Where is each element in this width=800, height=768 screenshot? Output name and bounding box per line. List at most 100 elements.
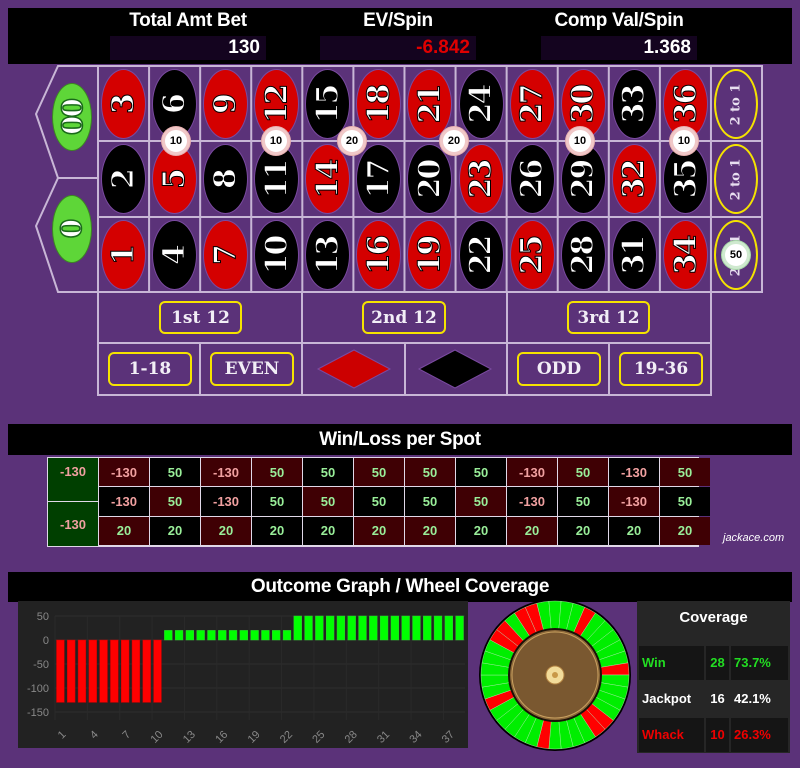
dozen-2nd-button[interactable]: 2nd 12: [362, 301, 446, 334]
low-1-18-button[interactable]: 1-18: [108, 352, 192, 386]
winloss-cell: 50: [405, 487, 455, 516]
winloss-cell: -130: [609, 487, 659, 516]
pocket-8[interactable]: 8: [203, 144, 249, 214]
outcome-bar-37: [444, 615, 453, 641]
winloss-cell: 20: [303, 516, 353, 545]
winloss-cell: -130: [99, 458, 149, 487]
outcome-bar-22: [282, 630, 292, 641]
y-tick-label: 50: [37, 611, 49, 623]
pocket-33[interactable]: 33: [611, 69, 657, 139]
pocket-25[interactable]: 25: [509, 220, 555, 290]
pocket-3[interactable]: 3: [101, 69, 146, 139]
pocket-34[interactable]: 34: [662, 220, 708, 290]
winloss-cell: 20: [252, 516, 302, 545]
coverage-count: 10: [706, 718, 729, 752]
high-19-36-button[interactable]: 19-36: [619, 352, 703, 386]
winloss-cell: 50: [252, 487, 302, 516]
outcome-bar-11: [164, 630, 173, 641]
x-tick-label: 13: [181, 729, 198, 746]
pocket-22[interactable]: 22: [458, 220, 504, 290]
pocket-10[interactable]: 10: [254, 220, 300, 290]
dozen-3rd-button[interactable]: 3rd 12: [567, 301, 650, 334]
pocket-7[interactable]: 7: [203, 220, 249, 290]
pocket-32[interactable]: 32: [611, 144, 657, 214]
pocket-28[interactable]: 28: [560, 220, 606, 290]
coverage-panel: Coverage Win 28 73.7% Jackpot 16 42.1% W…: [637, 601, 790, 753]
winloss-cell: -130: [507, 487, 557, 516]
pocket-2[interactable]: 2: [101, 144, 146, 214]
pocket-4[interactable]: 4: [152, 220, 198, 290]
x-tick-label: 4: [88, 729, 101, 742]
outcome-bar-5: [99, 639, 108, 703]
pocket-0[interactable]: 0: [52, 195, 92, 263]
outcome-bar-12: [174, 630, 184, 641]
winloss-cell: 50: [456, 458, 506, 487]
winloss-cell: 50: [558, 487, 608, 516]
winloss-cell: 50: [252, 458, 302, 487]
odd-button[interactable]: ODD: [517, 352, 601, 386]
chip-split-5-6[interactable]: 10: [162, 127, 190, 155]
winloss-cell: -130: [201, 458, 251, 487]
pocket-9[interactable]: 9: [203, 69, 249, 139]
even-button[interactable]: EVEN: [210, 352, 294, 386]
stats-bar: Total Amt Bet 130 EV/Spin -6.842 Comp Va…: [8, 8, 792, 64]
coverage-row-whack: Whack 10 26.3%: [639, 718, 788, 752]
pocket-00[interactable]: 00: [52, 83, 92, 151]
chip-split-35-36[interactable]: 10: [670, 127, 698, 155]
outcome-bar-16: [218, 630, 227, 641]
chip-column-1[interactable]: 50: [722, 241, 750, 269]
x-tick-label: 1: [56, 729, 69, 742]
pocket-26[interactable]: 26: [509, 144, 555, 214]
column-bet-top[interactable]: 2 to 1: [714, 69, 758, 139]
winloss-cell: -130: [201, 487, 251, 516]
black-diamond-bet[interactable]: [417, 349, 493, 389]
pocket-27[interactable]: 27: [509, 69, 555, 139]
outcome-bar-29: [358, 615, 367, 641]
outcome-bar-10: [153, 639, 162, 703]
winloss-cell: 20: [99, 516, 149, 545]
winloss-cell: -130: [507, 458, 557, 487]
outcome-bar-15: [207, 630, 216, 641]
x-tick-label: 10: [148, 729, 165, 746]
chip-split-29-30[interactable]: 10: [566, 127, 594, 155]
outcome-bar-14: [196, 630, 205, 641]
red-diamond-bet[interactable]: [316, 349, 392, 389]
total-bet-value: 130: [110, 36, 266, 60]
winloss-grid: -130 -130 -130 50 -130 50 50 50 50 50 -130 50 -130 50…: [47, 457, 710, 547]
column-bet-middle[interactable]: 2 to 1: [714, 144, 758, 214]
chip-split-11-12[interactable]: 10: [262, 127, 290, 155]
coverage-pct: 42.1%: [731, 682, 788, 716]
winloss-cell: 50: [405, 458, 455, 487]
outcome-bar-31: [379, 615, 389, 641]
pocket-13[interactable]: 13: [305, 220, 351, 290]
comp-val-value: 1.368: [541, 36, 697, 60]
winloss-cell: 20: [660, 516, 710, 545]
y-tick-label: -100: [27, 683, 49, 695]
winloss-cell: 50: [660, 487, 710, 516]
winloss-cell: 20: [150, 516, 200, 545]
winloss-cell: 20: [456, 516, 506, 545]
outcome-bar-6: [110, 639, 119, 703]
winloss-title: Win/Loss per Spot: [8, 424, 792, 455]
pocket-31[interactable]: 31: [611, 220, 657, 290]
pocket-14[interactable]: 14: [305, 144, 351, 214]
outcome-bar-9: [142, 639, 151, 703]
y-tick-label: -150: [27, 707, 49, 719]
outcome-bar-1: [56, 639, 65, 703]
x-tick-label: 19: [246, 729, 263, 746]
coverage-row-jackpot: Jackpot 16 42.1%: [639, 682, 788, 716]
chip-corner-14-18[interactable]: 20: [338, 127, 366, 155]
pocket-23[interactable]: 23: [458, 144, 504, 214]
chip-corner-20-24[interactable]: 20: [440, 127, 468, 155]
outcome-bar-24: [304, 615, 313, 641]
pocket-24[interactable]: 24: [458, 69, 504, 139]
coverage-pct: 73.7%: [731, 646, 788, 680]
x-tick-label: 28: [343, 729, 360, 746]
x-tick-label: 16: [213, 729, 230, 746]
dozen-1st-button[interactable]: 1st 12: [159, 301, 242, 334]
coverage-name: Whack: [639, 718, 704, 752]
coverage-row-win: Win 28 73.7%: [639, 646, 788, 680]
outcome-chart-svg: 50 0 -50 -100 -150 1 4 7 10 13 16 19 22 25 28 31 34 37: [27, 611, 465, 746]
pocket-1[interactable]: 1: [101, 220, 146, 290]
winloss-cell: 50: [303, 458, 353, 487]
